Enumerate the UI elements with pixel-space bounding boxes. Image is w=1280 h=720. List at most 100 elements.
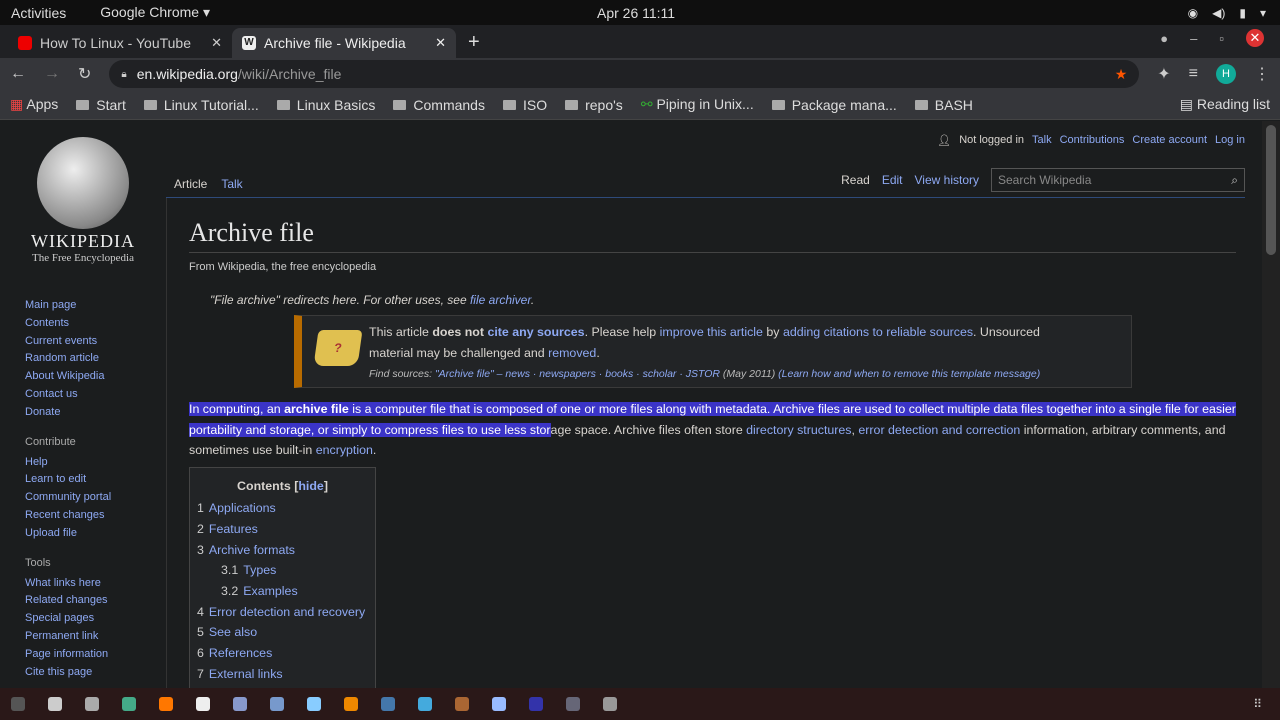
maximize-button[interactable]: ▫	[1219, 31, 1224, 47]
new-tab-button[interactable]: +	[468, 31, 480, 54]
show-apps-icon[interactable]: ⠿	[1253, 697, 1262, 711]
tab-article[interactable]: Article	[174, 177, 207, 191]
sidebar-link[interactable]: Upload file	[25, 527, 77, 539]
app-launcher-icon[interactable]	[122, 697, 136, 711]
bookmark-folder[interactable]: Start	[76, 97, 126, 113]
toc-link[interactable]: Error detection and recovery	[209, 605, 365, 619]
create-account-link[interactable]: Create account	[1132, 134, 1207, 147]
app-launcher-icon[interactable]	[455, 697, 469, 711]
extensions-icon[interactable]: ✦	[1157, 64, 1170, 84]
tab-youtube[interactable]: How To Linux - YouTube ✕	[8, 28, 232, 58]
toc-item[interactable]: 3.1 Types	[197, 560, 368, 581]
sidebar-link[interactable]: Permanent link	[25, 630, 98, 642]
find-sources-links[interactable]: "Archive file" – news · newspapers · boo…	[435, 368, 720, 380]
bookmark-apps[interactable]: ▦ Apps	[10, 96, 58, 113]
close-tab-icon[interactable]: ✕	[211, 35, 222, 51]
toc-link[interactable]: Archive formats	[209, 543, 295, 557]
avatar[interactable]: H	[1216, 64, 1236, 84]
tab-talk[interactable]: Talk	[221, 177, 242, 191]
close-tab-icon[interactable]: ✕	[435, 35, 446, 51]
toc-item[interactable]: 3.2 Examples	[197, 581, 368, 602]
toc-item[interactable]: 5 See also	[197, 622, 368, 643]
error-detection-link[interactable]: error detection and correction	[858, 423, 1020, 437]
bookmark-folder[interactable]: BASH	[915, 97, 973, 113]
toc-item[interactable]: 3 Archive formats	[197, 540, 368, 561]
app-launcher-icon[interactable]	[233, 697, 247, 711]
bookmark-folder[interactable]: ISO	[503, 97, 547, 113]
app-launcher-icon[interactable]	[270, 697, 284, 711]
bookmark-folder[interactable]: repo's	[565, 97, 623, 113]
sidebar-link[interactable]: Recent changes	[25, 509, 105, 521]
removed-link[interactable]: removed	[548, 346, 596, 360]
sidebar-link[interactable]: Donate	[25, 406, 60, 418]
citation-link[interactable]: cite any sources	[487, 325, 584, 339]
toc-hide-link[interactable]: hide	[298, 479, 323, 493]
app-launcher-icon[interactable]	[344, 697, 358, 711]
toc-item[interactable]: 4 Error detection and recovery	[197, 602, 368, 623]
toc-link[interactable]: Examples	[243, 584, 297, 598]
sidebar-link[interactable]: Cite this page	[25, 666, 92, 678]
toc-item[interactable]: 7 External links	[197, 664, 368, 685]
toc-link[interactable]: Applications	[209, 501, 276, 515]
sidebar-link[interactable]: Main page	[25, 299, 76, 311]
back-button[interactable]: ←	[10, 65, 26, 83]
reading-list-icon[interactable]: ≡	[1189, 65, 1198, 83]
sidebar-link[interactable]: Random article	[25, 352, 99, 364]
search-icon[interactable]: ⌕	[1231, 173, 1238, 188]
login-link[interactable]: Log in	[1215, 134, 1245, 147]
sidebar-link[interactable]: Page information	[25, 648, 108, 660]
sidebar-link[interactable]: Special pages	[25, 612, 94, 624]
sidebar-link[interactable]: What links here	[25, 577, 101, 589]
bookmark-folder[interactable]: Linux Tutorial...	[144, 97, 259, 113]
app-launcher-icon[interactable]	[48, 697, 62, 711]
toc-link[interactable]: External links	[209, 667, 283, 681]
clock[interactable]: Apr 26 11:11	[597, 5, 675, 21]
contributions-link[interactable]: Contributions	[1060, 134, 1125, 147]
system-tray[interactable]: ◉ ◀) ▮ ▾	[1188, 6, 1266, 20]
address-bar[interactable]: 🔒︎ en.wikipedia.org/wiki/Archive_file ★	[109, 60, 1140, 88]
app-menu[interactable]: Google Chrome ▾	[100, 4, 210, 21]
toc-link[interactable]: Features	[209, 522, 258, 536]
app-launcher-icon[interactable]	[11, 697, 25, 711]
app-launcher-icon[interactable]	[159, 697, 173, 711]
bookmark-link[interactable]: ⚯ Piping in Unix...	[641, 96, 754, 113]
app-launcher-icon[interactable]	[492, 697, 506, 711]
bookmark-star-icon[interactable]: ★	[1115, 66, 1128, 83]
encryption-link[interactable]: encryption	[316, 443, 373, 457]
app-launcher-icon[interactable]	[418, 697, 432, 711]
app-launcher-icon[interactable]	[196, 697, 210, 711]
minimize-button[interactable]: –	[1190, 31, 1197, 47]
app-launcher-icon[interactable]	[603, 697, 617, 711]
toc-item[interactable]: 6 References	[197, 643, 368, 664]
bookmark-folder[interactable]: Commands	[393, 97, 485, 113]
sidebar-link[interactable]: Contact us	[25, 388, 78, 400]
menu-icon[interactable]: ⋮	[1254, 64, 1270, 84]
learn-link[interactable]: (Learn how and when to remove this templ…	[778, 368, 1040, 380]
scrollbar-thumb[interactable]	[1266, 125, 1276, 255]
sidebar-link[interactable]: Current events	[25, 335, 97, 347]
adding-citations-link[interactable]: adding citations to reliable sources	[783, 325, 973, 339]
toc-item[interactable]: 1 Applications	[197, 498, 368, 519]
tab-view-history[interactable]: View history	[915, 173, 979, 187]
wikipedia-logo[interactable]: WIKIPEDIA The Free Encyclopedia	[28, 137, 138, 264]
toc-item[interactable]: 2 Features	[197, 519, 368, 540]
bookmark-folder[interactable]: Linux Basics	[277, 97, 376, 113]
app-launcher-icon[interactable]	[566, 697, 580, 711]
activities-button[interactable]: Activities	[11, 5, 66, 21]
reload-button[interactable]: ↻	[78, 64, 91, 84]
tab-wikipedia[interactable]: W Archive file - Wikipedia ✕	[232, 28, 456, 58]
app-launcher-icon[interactable]	[529, 697, 543, 711]
toc-link[interactable]: Types	[243, 563, 276, 577]
media-icon[interactable]: ●	[1160, 31, 1168, 47]
sidebar-link[interactable]: About Wikipedia	[25, 370, 105, 382]
sidebar-link[interactable]: Help	[25, 456, 48, 468]
improve-link[interactable]: improve this article	[660, 325, 763, 339]
file-archiver-link[interactable]: file archiver	[470, 293, 531, 307]
sidebar-link[interactable]: Related changes	[25, 594, 108, 606]
toc-link[interactable]: References	[209, 646, 272, 660]
app-launcher-icon[interactable]	[381, 697, 395, 711]
talk-link[interactable]: Talk	[1032, 134, 1052, 147]
search-input[interactable]: Search Wikipedia ⌕	[991, 168, 1245, 192]
directory-structures-link[interactable]: directory structures	[746, 423, 851, 437]
tab-edit[interactable]: Edit	[882, 173, 903, 187]
